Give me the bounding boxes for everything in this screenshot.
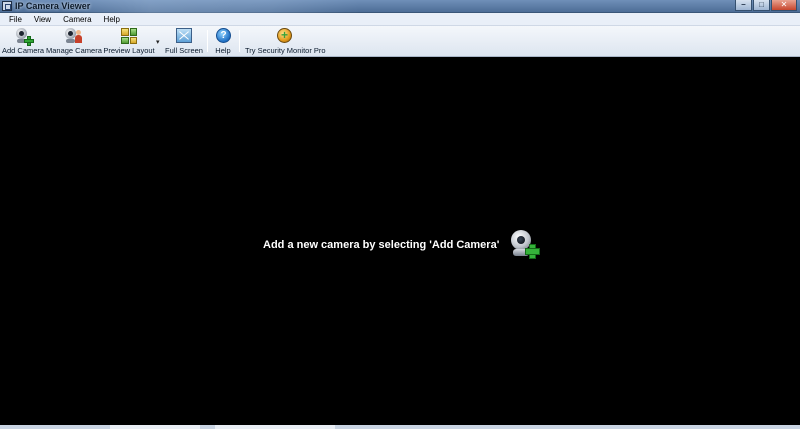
help-label: Help (215, 46, 231, 55)
preview-layout-label: Preview Layout (103, 46, 155, 55)
try-security-monitor-pro-button[interactable]: Try Security Monitor Pro (245, 28, 326, 56)
try-security-monitor-pro-label: Try Security Monitor Pro (245, 46, 326, 55)
help-icon: ? (214, 28, 232, 44)
add-camera-icon (14, 28, 34, 46)
manage-camera-label: Manage Camera (46, 46, 102, 55)
window-controls: – □ ✕ (734, 0, 797, 11)
menu-view[interactable]: View (28, 13, 57, 26)
full-screen-label: Full Screen (165, 46, 203, 55)
toolbar-separator (239, 30, 240, 52)
manage-camera-button[interactable]: Manage Camera (46, 28, 102, 56)
window-title: IP Camera Viewer (15, 1, 91, 11)
minimize-button[interactable]: – (735, 0, 752, 11)
title-bar-glass (60, 0, 360, 13)
toolbar-separator (207, 30, 208, 52)
menu-bar: File View Camera Help (0, 13, 800, 26)
add-camera-icon (507, 228, 540, 260)
title-bar: IP Camera Viewer – □ ✕ (0, 0, 800, 13)
preview-layout-button[interactable]: Preview Layout (103, 28, 155, 56)
app-icon[interactable] (2, 1, 12, 11)
add-camera-label: Add Camera (2, 46, 45, 55)
menu-file[interactable]: File (3, 13, 28, 26)
full-screen-icon (175, 28, 193, 44)
toolbar: Add Camera Manage Camera Preview Layout … (0, 26, 800, 57)
preview-layout-icon (120, 28, 138, 44)
bottom-edge (0, 425, 800, 429)
help-button[interactable]: ? Help (212, 28, 234, 56)
menu-help[interactable]: Help (98, 13, 126, 26)
empty-state-hint: Add a new camera by selecting 'Add Camer… (263, 239, 500, 251)
maximize-button[interactable]: □ (753, 0, 770, 11)
menu-camera[interactable]: Camera (57, 13, 97, 26)
full-screen-button[interactable]: Full Screen (165, 28, 203, 56)
preview-layout-dropdown-icon[interactable]: ▾ (156, 38, 160, 46)
manage-camera-icon (64, 28, 83, 44)
camera-viewer-area[interactable]: Add a new camera by selecting 'Add Camer… (0, 57, 800, 425)
security-monitor-pro-icon (275, 28, 293, 44)
close-button[interactable]: ✕ (771, 0, 797, 11)
add-camera-button[interactable]: Add Camera (2, 28, 44, 56)
